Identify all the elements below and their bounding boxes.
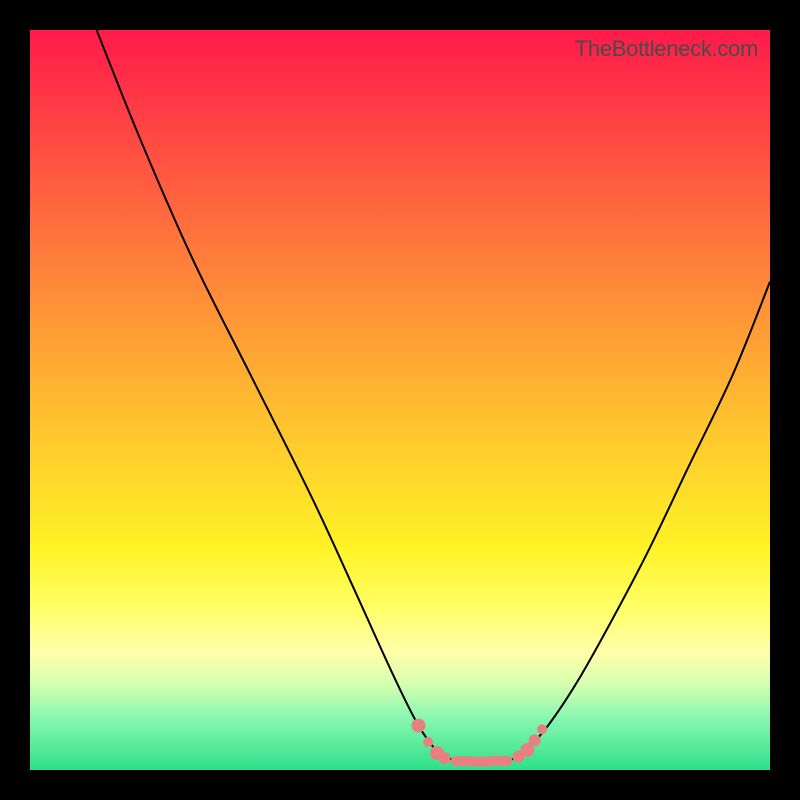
marker-dot	[412, 719, 426, 733]
curve-layer	[30, 30, 770, 770]
marker-dot	[438, 752, 450, 764]
marker-dot	[537, 724, 547, 734]
right-curve	[522, 282, 770, 756]
plot-area: TheBottleneck.com	[30, 30, 770, 770]
left-curve	[97, 30, 441, 757]
marker-dot	[529, 734, 541, 746]
chart-frame: TheBottleneck.com	[0, 0, 800, 800]
bottom-dash-group	[456, 761, 508, 762]
marker-dot	[423, 737, 433, 747]
